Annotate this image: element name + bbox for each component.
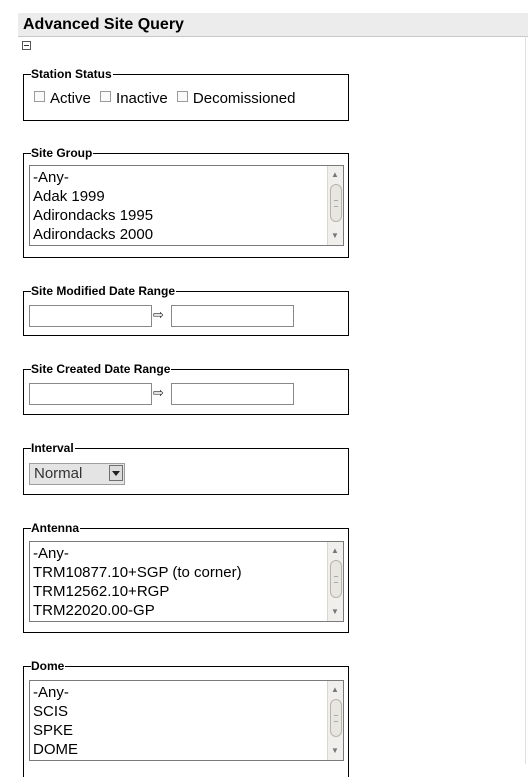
dome-listbox[interactable]: -Any- SCIS SPKE DOME ▲ ▼	[29, 680, 344, 761]
site-modified-from-input[interactable]	[29, 305, 152, 327]
panel-header: Advanced Site Query	[18, 13, 528, 37]
station-status-legend: Station Status	[31, 67, 113, 81]
scroll-thumb[interactable]	[330, 560, 342, 598]
site-created-to-input[interactable]	[171, 383, 294, 405]
list-item[interactable]: DOME	[33, 740, 78, 759]
interval-selected-value: Normal	[34, 465, 83, 482]
scroll-down-icon[interactable]: ▼	[331, 747, 339, 755]
site-created-legend: Site Created Date Range	[31, 362, 172, 376]
scroll-down-icon[interactable]: ▼	[331, 608, 339, 616]
active-label: Active	[50, 90, 91, 107]
site-modified-fieldset: Site Modified Date Range ⇨	[23, 284, 349, 336]
antenna-fieldset: Antenna -Any- TRM10877.10+SGP (to corner…	[23, 521, 349, 633]
scroll-thumb[interactable]	[330, 184, 342, 222]
site-group-scrollbar[interactable]: ▲ ▼	[327, 166, 343, 245]
site-modified-legend: Site Modified Date Range	[31, 284, 177, 298]
active-checkbox[interactable]	[34, 91, 45, 102]
antenna-scrollbar[interactable]: ▲ ▼	[327, 542, 343, 621]
inactive-checkbox[interactable]	[100, 91, 112, 102]
site-created-fieldset: Site Created Date Range ⇨	[23, 362, 349, 415]
dome-legend: Dome	[31, 659, 66, 673]
station-status-fieldset: Station Status Active Inactive Decomissi…	[23, 67, 349, 121]
site-group-fieldset: Site Group -Any- Adak 1999 Adirondacks 1…	[23, 146, 349, 258]
decomissioned-checkbox[interactable]	[176, 91, 188, 102]
right-arrow-icon: ⇨	[153, 385, 164, 400]
list-item[interactable]: TRM10877.10+SGP (to corner)	[33, 563, 242, 582]
antenna-legend: Antenna	[31, 521, 80, 535]
scroll-up-icon[interactable]: ▲	[331, 547, 339, 555]
list-item[interactable]: Adirondacks 2000	[33, 225, 153, 244]
list-item[interactable]: Adak 1999	[33, 187, 153, 206]
antenna-listbox[interactable]: -Any- TRM10877.10+SGP (to corner) TRM125…	[29, 541, 344, 622]
list-item[interactable]: TRM12562.10+RGP	[33, 582, 242, 601]
dome-fieldset: Dome -Any- SCIS SPKE DOME ▲ ▼	[23, 659, 349, 777]
site-group-listbox[interactable]: -Any- Adak 1999 Adirondacks 1995 Adirond…	[29, 165, 344, 246]
active-option[interactable]: Active	[34, 90, 91, 107]
dome-scrollbar[interactable]: ▲ ▼	[327, 681, 343, 760]
page-title: Advanced Site Query	[23, 16, 184, 33]
interval-legend: Interval	[31, 441, 75, 455]
right-arrow-icon: ⇨	[153, 307, 164, 322]
scroll-up-icon[interactable]: ▲	[331, 171, 339, 179]
list-item[interactable]: Adirondacks 1995	[33, 206, 153, 225]
divider	[525, 36, 526, 764]
list-item[interactable]: SCIS	[33, 702, 78, 721]
site-group-legend: Site Group	[31, 146, 94, 160]
scroll-down-icon[interactable]: ▼	[331, 232, 339, 240]
list-item[interactable]: -Any-	[33, 544, 242, 563]
scroll-up-icon[interactable]: ▲	[331, 686, 339, 694]
inactive-option[interactable]: Inactive	[100, 90, 168, 107]
inactive-label: Inactive	[116, 90, 168, 107]
interval-select[interactable]: Normal	[29, 463, 125, 485]
station-status-options: Active Inactive Decomissioned	[34, 90, 300, 107]
site-modified-to-input[interactable]	[171, 305, 294, 327]
list-item[interactable]: TRM22020.00-GP	[33, 601, 242, 620]
interval-fieldset: Interval Normal	[23, 441, 349, 495]
decomissioned-label: Decomissioned	[192, 90, 296, 107]
collapse-icon[interactable]	[22, 41, 31, 50]
site-created-from-input[interactable]	[29, 383, 152, 405]
list-item[interactable]: -Any-	[33, 683, 78, 702]
decomissioned-option[interactable]: Decomissioned	[176, 90, 296, 107]
list-item[interactable]: SPKE	[33, 721, 78, 740]
chevron-down-icon[interactable]	[109, 465, 123, 481]
list-item[interactable]: -Any-	[33, 168, 153, 187]
scroll-thumb[interactable]	[330, 699, 342, 737]
